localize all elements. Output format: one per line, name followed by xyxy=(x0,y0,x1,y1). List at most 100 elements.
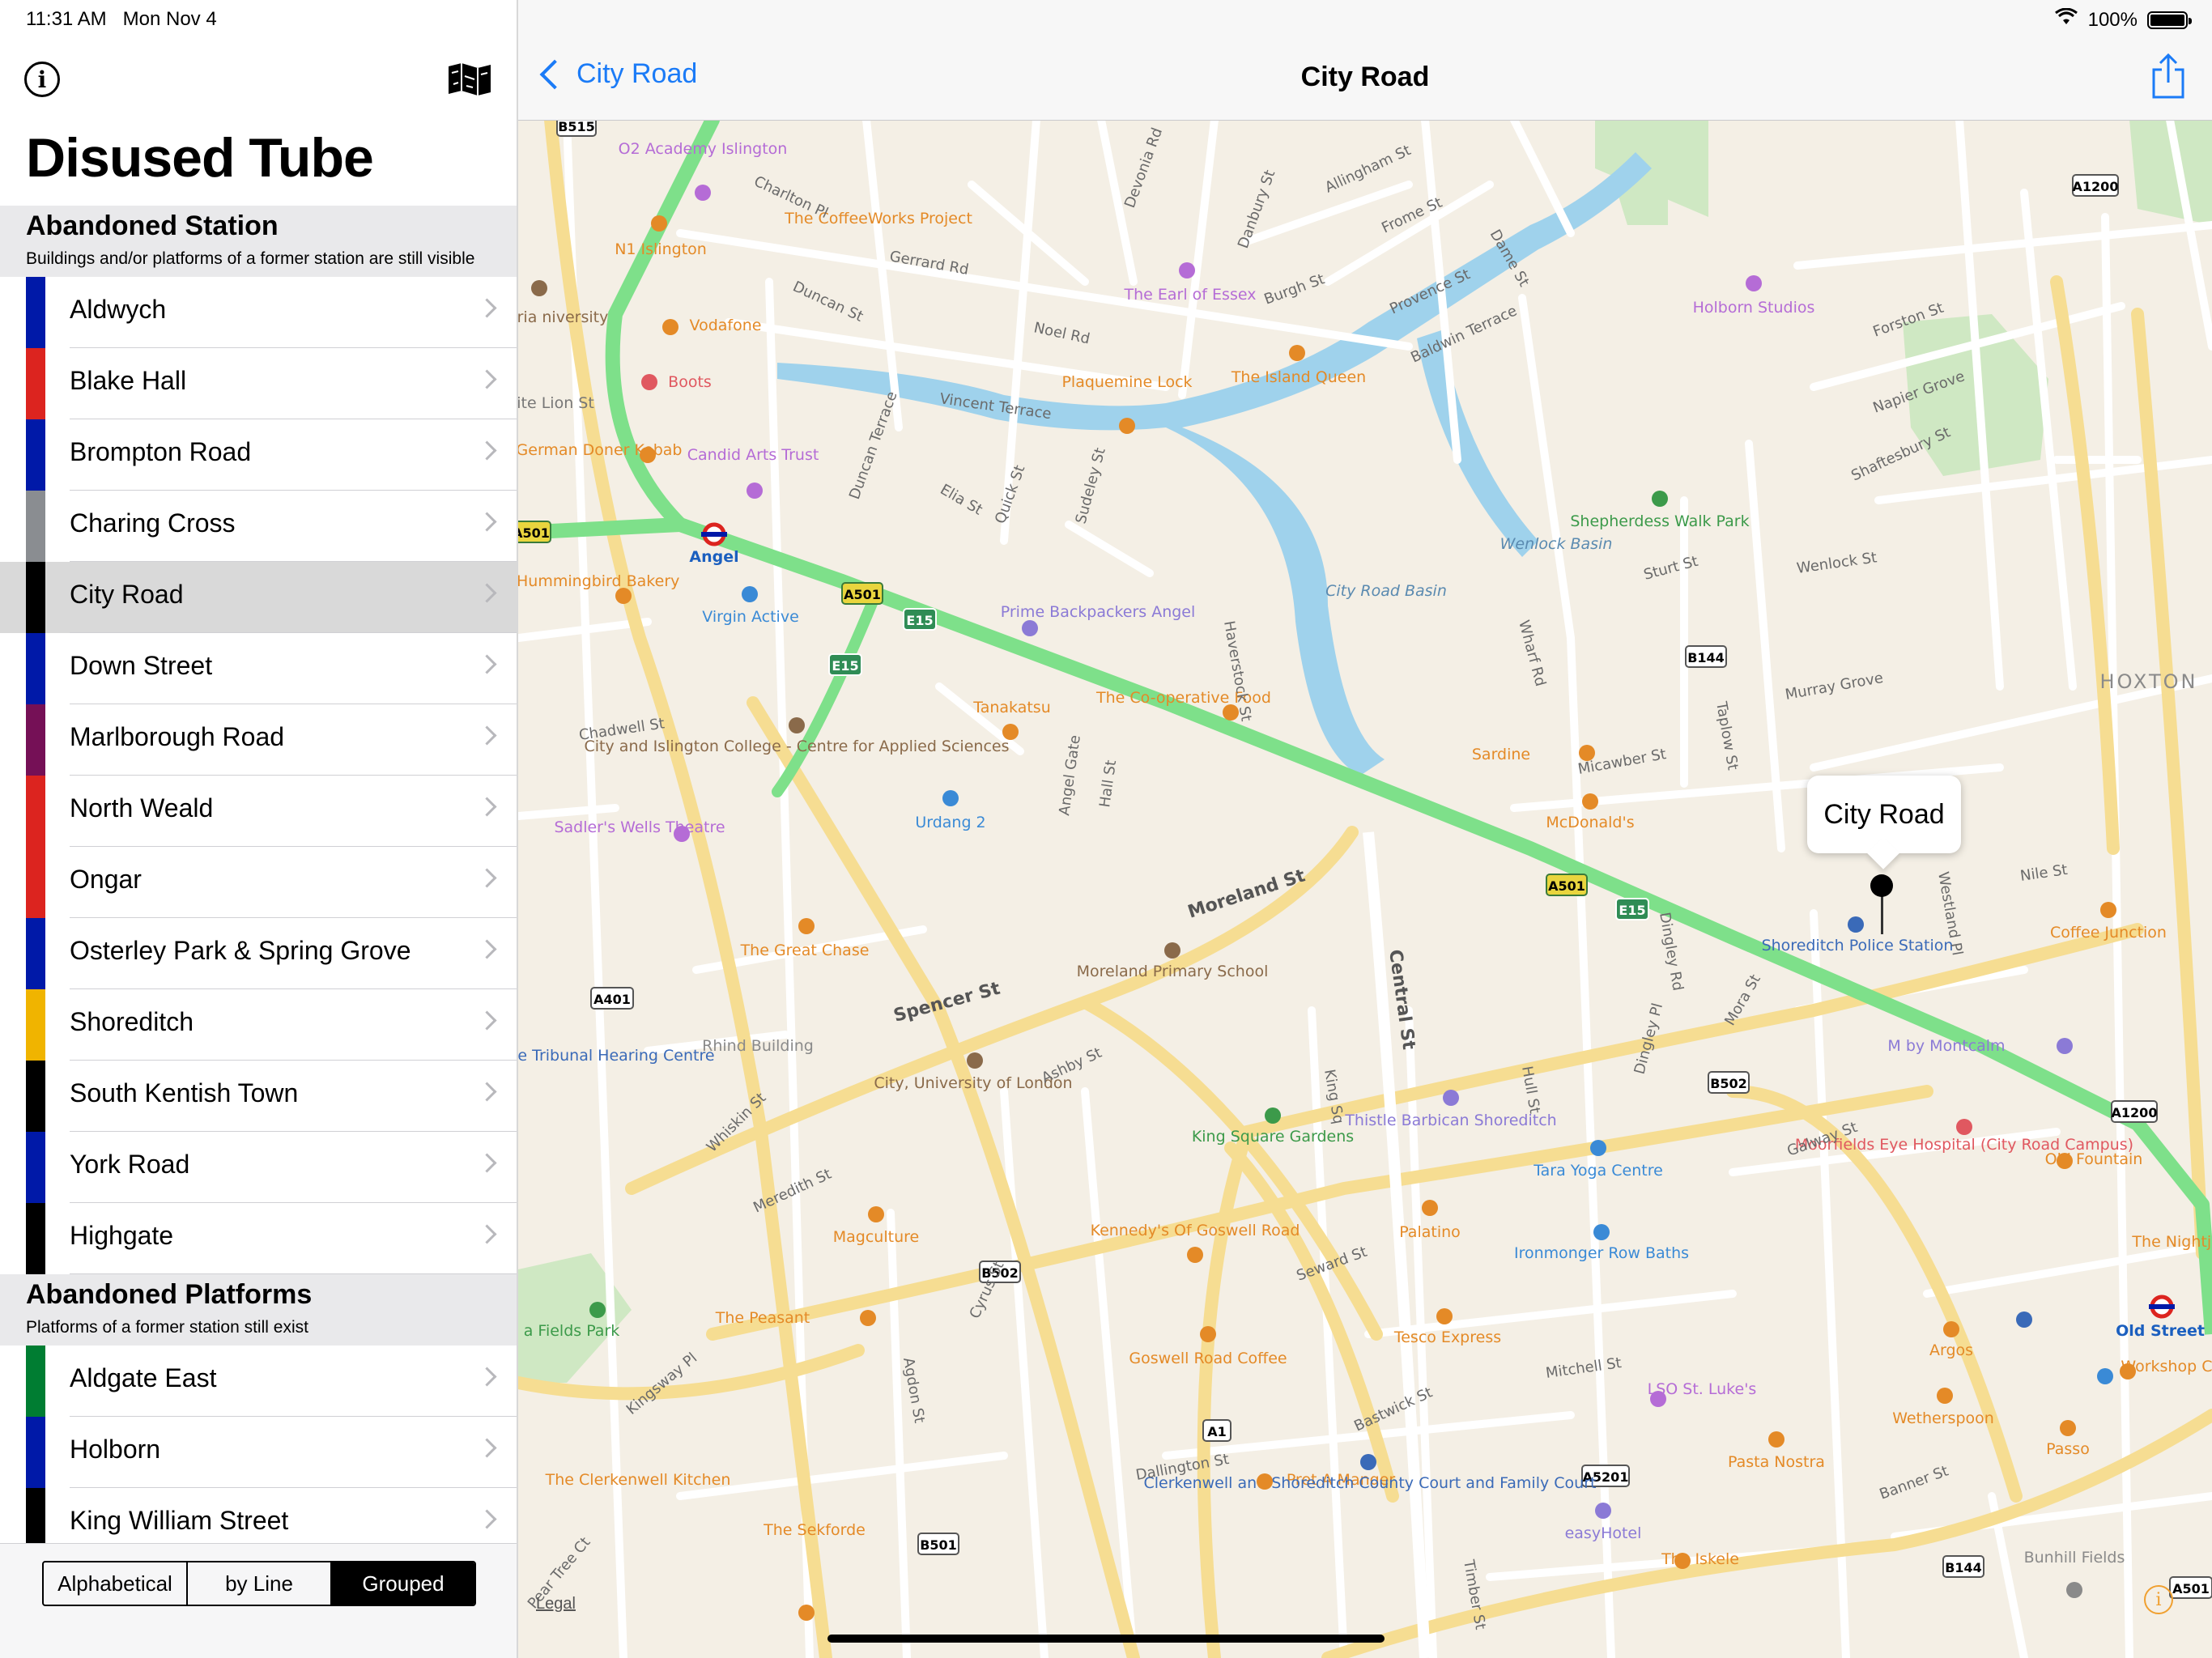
map-view[interactable]: B515 A1200 A501 A501 E15 E15 B144 A501 E… xyxy=(518,120,2212,1658)
poi-label[interactable]: Tanakatsu xyxy=(972,699,1051,716)
battery-icon xyxy=(2147,11,2192,29)
list-item-ongar[interactable]: Ongar xyxy=(0,847,517,918)
poi-label[interactable]: Boots xyxy=(668,373,712,391)
station-label-angel[interactable]: Angel xyxy=(689,548,738,566)
area-label: HOXTON xyxy=(2100,670,2198,693)
poi-label[interactable]: a Fields Park xyxy=(524,1322,620,1340)
poi-label[interactable]: The Iskele xyxy=(1661,1550,1739,1568)
poi-label[interactable]: Ironmonger Row Baths xyxy=(1514,1244,1689,1262)
poi-label[interactable]: Rhind Building xyxy=(702,1037,814,1055)
poi-label[interactable]: The Earl of Essex xyxy=(1124,286,1257,304)
line-color-bar xyxy=(26,277,45,348)
poi-label[interactable]: Sardine xyxy=(1472,746,1530,763)
poi-label[interactable]: The Clerkenwell Kitchen xyxy=(545,1471,731,1489)
list-item-marlborough-road[interactable]: Marlborough Road xyxy=(0,704,517,776)
poi-label[interactable]: Holborn Studios xyxy=(1693,299,1815,317)
poi-label[interactable]: Urdang 2 xyxy=(915,814,985,831)
poi-label[interactable]: rthumbria niversity xyxy=(518,308,608,326)
poi-label[interactable]: King Square Gardens xyxy=(1192,1128,1354,1146)
poi-label[interactable]: Magculture xyxy=(833,1228,919,1246)
poi-label[interactable]: Passo xyxy=(2046,1440,2090,1458)
svg-text:E15: E15 xyxy=(832,658,858,674)
list-item-south-kentish-town[interactable]: South Kentish Town xyxy=(0,1061,517,1132)
poi-label[interactable]: Plaquemine Lock xyxy=(1061,373,1192,391)
poi-label[interactable]: Thistle Barbican Shoreditch xyxy=(1344,1112,1556,1129)
poi-label[interactable]: German Doner Kebab xyxy=(518,441,682,459)
poi-label[interactable]: Shoreditch Police Station xyxy=(1762,937,1954,954)
poi-label[interactable]: Wetherspoon xyxy=(1892,1409,1994,1427)
list-item-charing-cross[interactable]: Charing Cross xyxy=(0,491,517,562)
poi-label[interactable]: Candid Arts Trust xyxy=(687,446,819,464)
street-label: Elia St xyxy=(938,481,986,518)
poi-label[interactable]: The Nightjar xyxy=(2131,1233,2212,1251)
section-header-abandoned-station: Abandoned Station Buildings and/or platf… xyxy=(0,206,517,277)
location-pin-icon[interactable] xyxy=(1870,874,1893,897)
chevron-right-icon xyxy=(477,583,497,603)
map-callout[interactable]: City Road xyxy=(1807,776,1961,853)
poi-label[interactable]: Virgin Active xyxy=(702,608,799,626)
home-indicator xyxy=(827,1635,1385,1643)
poi-label[interactable]: Kennedy's Of Goswell Road xyxy=(1091,1222,1300,1239)
list-item-aldwych[interactable]: Aldwych xyxy=(0,277,517,348)
map-info-icon[interactable]: i xyxy=(2144,1585,2173,1614)
poi-label[interactable]: The Sekforde xyxy=(763,1521,866,1539)
poi-label[interactable]: The Great Chase xyxy=(740,942,870,959)
legal-link[interactable]: Legal xyxy=(536,1595,576,1613)
line-color-bar xyxy=(26,633,45,704)
list-item-down-street[interactable]: Down Street xyxy=(0,633,517,704)
list-item-brompton-road[interactable]: Brompton Road xyxy=(0,419,517,491)
list-item-aldgate-east[interactable]: Aldgate East xyxy=(0,1346,517,1417)
station-name: Aldwych xyxy=(70,295,167,324)
map-canvas[interactable]: B515 A1200 A501 A501 E15 E15 B144 A501 E… xyxy=(518,120,2212,1658)
svg-text:A501: A501 xyxy=(2172,1581,2210,1596)
poi-label[interactable]: Bunhill Fields xyxy=(2024,1549,2125,1567)
poi-label[interactable]: City and Islington College - Centre for … xyxy=(585,738,1010,755)
list-item-osterley-park-spring-grove[interactable]: Osterley Park & Spring Grove xyxy=(0,918,517,989)
status-time: 11:31 AM Mon Nov 4 xyxy=(26,8,217,30)
list-item-york-road[interactable]: York Road xyxy=(0,1132,517,1203)
list-item-blake-hall[interactable]: Blake Hall xyxy=(0,348,517,419)
poi-label[interactable]: The Hummingbird Bakery xyxy=(518,572,679,590)
poi-label[interactable]: Prime Backpackers Angel xyxy=(1001,603,1196,621)
poi-label[interactable]: Shepherdess Walk Park xyxy=(1570,512,1749,530)
poi-label[interactable]: Sadler's Wells Theatre xyxy=(554,818,725,836)
poi-label[interactable]: The Island Queen xyxy=(1231,368,1366,386)
page-title: City Road xyxy=(1300,62,1430,92)
underground-icon[interactable] xyxy=(2149,1295,2175,1319)
poi-label[interactable]: Coffee Junction xyxy=(2050,924,2167,942)
list-item-city-road[interactable]: City Road xyxy=(0,562,517,633)
segment-alphabetical[interactable]: Alphabetical xyxy=(44,1562,188,1605)
poi-label[interactable]: Moreland Primary School xyxy=(1077,963,1269,980)
underground-icon[interactable] xyxy=(701,522,727,546)
poi-label[interactable]: The Peasant xyxy=(715,1309,810,1327)
poi-label[interactable]: Argos xyxy=(1929,1341,1973,1359)
chevron-right-icon xyxy=(477,797,497,817)
poi-label[interactable]: O2 Academy Islington xyxy=(619,140,788,158)
poi-label[interactable]: M by Montcalm xyxy=(1887,1037,2005,1055)
poi-label[interactable]: N1 Islington xyxy=(615,240,707,258)
sidebar: i Disused Tube Abandoned Station Buildin… xyxy=(0,0,518,1658)
poi-label[interactable]: Goswell Road Coffee xyxy=(1129,1350,1287,1367)
segment-grouped[interactable]: Grouped xyxy=(332,1562,474,1605)
list-item-shoreditch[interactable]: Shoreditch xyxy=(0,989,517,1061)
map-button[interactable] xyxy=(447,62,492,97)
poi-label[interactable]: Palatino xyxy=(1399,1223,1461,1241)
poi-label[interactable]: Taylor House Tribunal Hearing Centre xyxy=(518,1047,715,1065)
poi-label[interactable]: Pasta Nostra xyxy=(1728,1453,1825,1471)
list-item-north-weald[interactable]: North Weald xyxy=(0,776,517,847)
station-label-old-street[interactable]: Old Street xyxy=(2116,1322,2205,1340)
list-item-holborn[interactable]: Holborn xyxy=(0,1417,517,1488)
list-item-highgate[interactable]: Highgate xyxy=(0,1203,517,1274)
poi-label[interactable]: Tesco Express xyxy=(1393,1329,1501,1346)
line-color-bar xyxy=(26,1061,45,1132)
svg-text:A1: A1 xyxy=(1207,1424,1227,1439)
poi-label[interactable]: Clerkenwell and Shoreditch County Court … xyxy=(1144,1474,1597,1492)
poi-label[interactable]: Tara Yoga Centre xyxy=(1533,1162,1663,1180)
poi-label[interactable]: easyHotel xyxy=(1565,1524,1642,1542)
poi-label[interactable]: McDonald's xyxy=(1546,814,1634,831)
segment-by-line[interactable]: by Line xyxy=(188,1562,332,1605)
info-button[interactable]: i xyxy=(24,62,60,97)
share-button[interactable] xyxy=(2149,52,2188,100)
poi-label[interactable]: Vodafone xyxy=(690,317,762,334)
road-shield: A501 xyxy=(841,582,883,605)
